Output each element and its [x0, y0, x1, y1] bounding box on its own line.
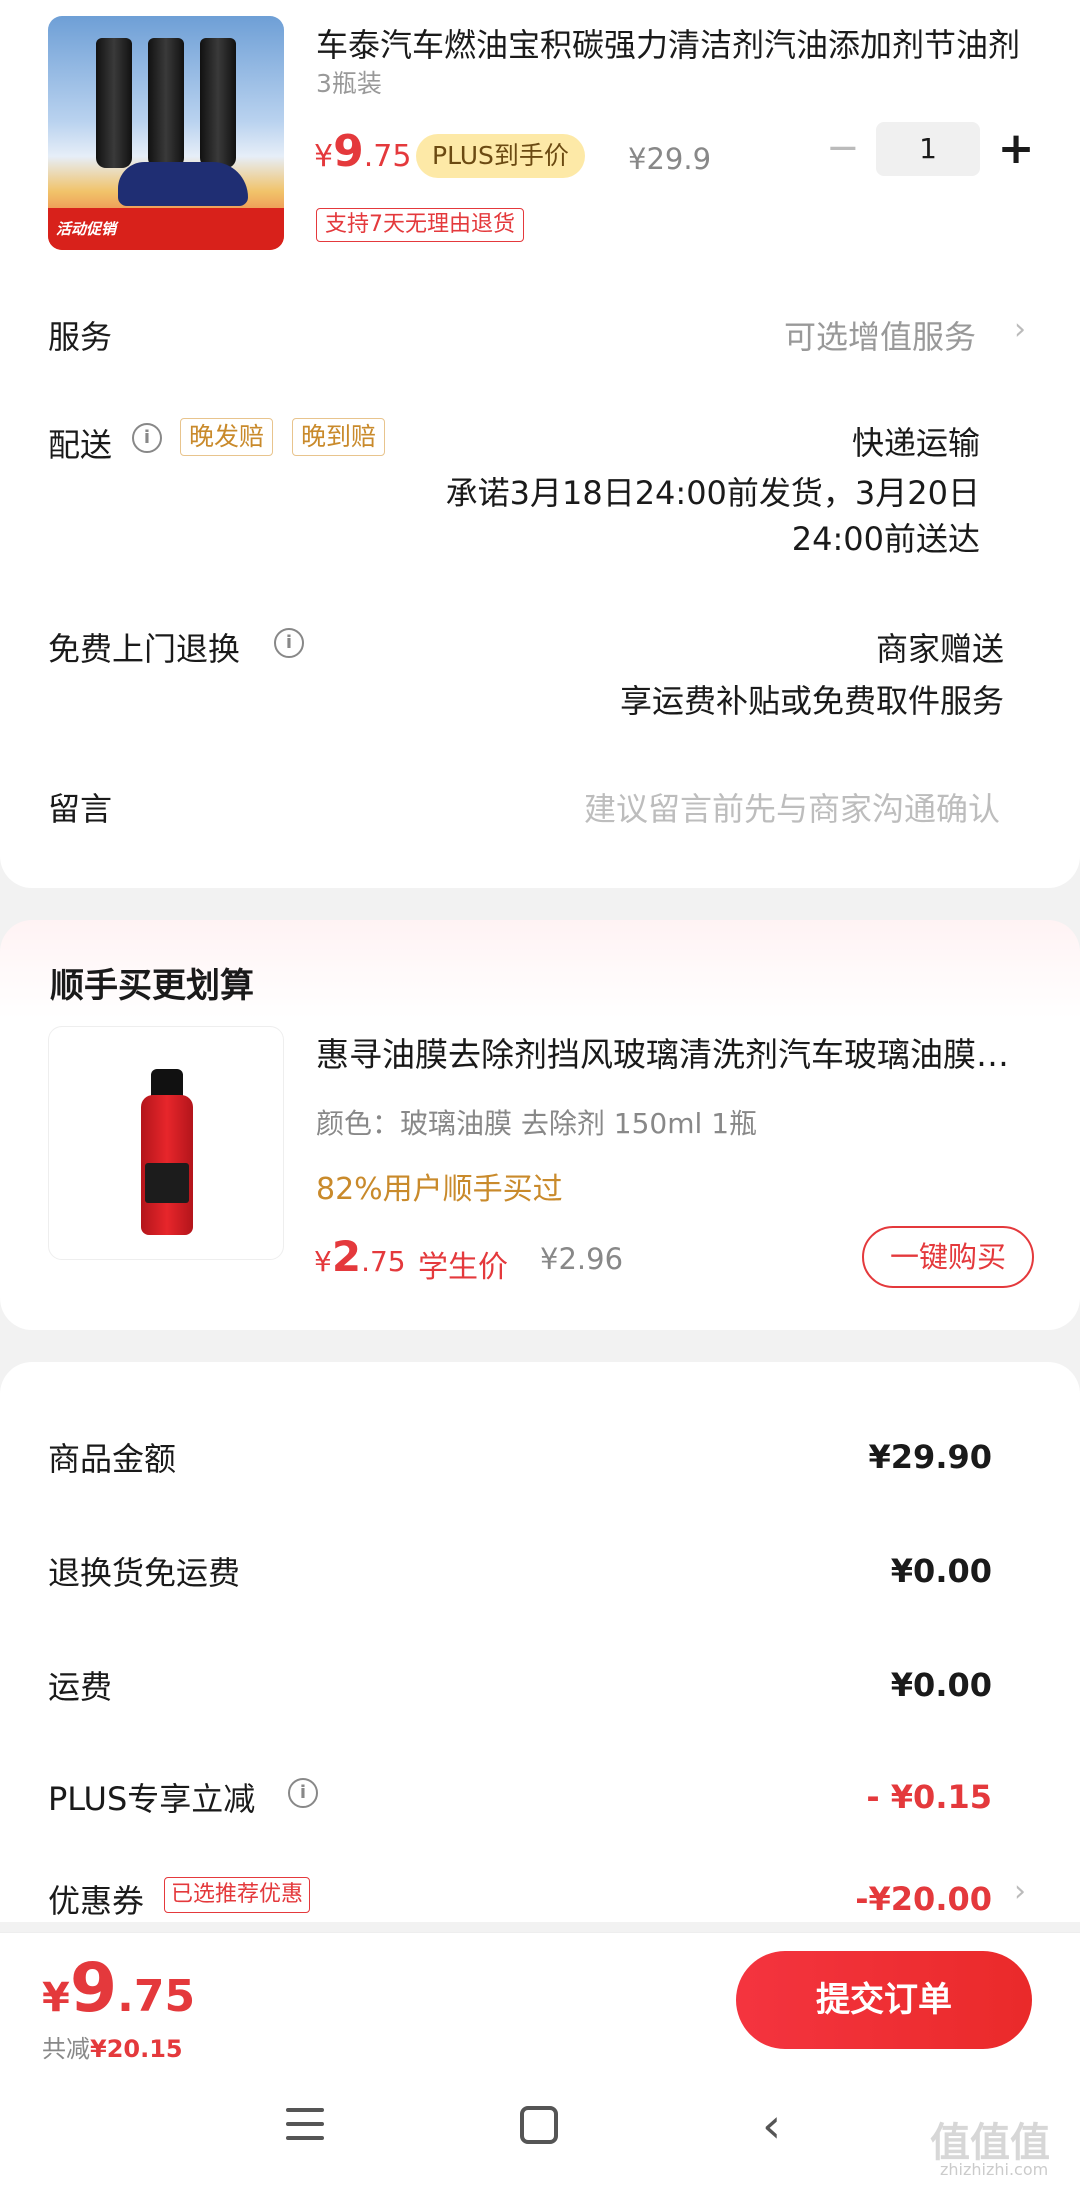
upsell-social-proof: 82%用户顺手买过	[316, 1172, 563, 1207]
product-price: ¥9.75	[314, 126, 412, 177]
coupon-label: 优惠券	[48, 1882, 145, 1920]
plus-discount-label: PLUS专享立减	[48, 1780, 256, 1818]
info-icon[interactable]: i	[132, 423, 162, 453]
total-discount: 共减¥20.15	[42, 2035, 183, 2063]
message-input[interactable]: 建议留言前先与商家沟通确认	[584, 784, 1000, 830]
goods-amount-label: 商品金额	[48, 1440, 177, 1478]
checkout-bar: ¥9.75 共减¥20.15 提交订单	[0, 1932, 1080, 2063]
bottle-image	[148, 38, 184, 168]
upsell-product-thumbnail[interactable]	[48, 1026, 284, 1260]
free-return-label: 免费上门退换	[48, 630, 241, 668]
upsell-original-price: ¥2.96	[540, 1242, 624, 1276]
bottle-image	[200, 38, 236, 168]
upsell-product-variant[interactable]: 颜色：玻璃油膜 去除剂 150ml 1瓶	[316, 1102, 757, 1142]
home-icon[interactable]	[520, 2106, 558, 2144]
freight-label: 运费	[48, 1668, 113, 1706]
car-image	[118, 162, 248, 206]
free-return-value: 商家赠送	[875, 630, 1004, 668]
upsell-price: ¥2.75	[314, 1232, 406, 1281]
late-ship-compensation-tag: 晚发赔	[180, 418, 274, 456]
return-shipping-value: ¥0.00	[890, 1552, 992, 1590]
freight-value: ¥0.00	[890, 1666, 992, 1704]
message-label: 留言	[48, 790, 113, 828]
price-summary-card: 商品金额 ¥29.90 退换货免运费 ¥0.00 运费 ¥0.00 PLUS专享…	[0, 1362, 1080, 1922]
upsell-product-title[interactable]: 惠寻油膜去除剂挡风玻璃清洗剂汽车玻璃油膜去除	[316, 1028, 1036, 1076]
delivery-promise: 承诺3月18日24:00前发货，3月20日	[445, 474, 980, 512]
delivery-promise: 24:00前送达	[791, 520, 980, 558]
system-nav-bar: ‹	[0, 2062, 1080, 2189]
thumbnail-promo-banner: 活动促销	[48, 208, 284, 250]
product-variant[interactable]: 3瓶装	[316, 64, 382, 100]
recent-apps-icon[interactable]	[286, 2108, 324, 2142]
quantity-decrease-button[interactable]: −	[826, 128, 860, 168]
plus-discount-value: - ¥0.15	[866, 1778, 992, 1816]
upsell-section-title: 顺手买更划算	[50, 966, 254, 1006]
chevron-right-icon[interactable]: ›	[1014, 1874, 1026, 1909]
quantity-input[interactable]: 1	[876, 122, 980, 176]
coupon-recommended-tag: 已选推荐优惠	[164, 1877, 311, 1913]
late-arrival-compensation-tag: 晚到赔	[292, 418, 386, 456]
product-title[interactable]: 车泰汽车燃油宝积碳强力清洁剂汽油添加剂节油剂	[316, 20, 1036, 66]
submit-order-button[interactable]: 提交订单	[736, 1951, 1032, 2049]
info-icon[interactable]: i	[288, 1778, 318, 1808]
upsell-card: 顺手买更划算 惠寻油膜去除剂挡风玻璃清洗剂汽车玻璃油膜去除 颜色：玻璃油膜 去除…	[0, 920, 1080, 1330]
service-value[interactable]: 可选增值服务	[784, 312, 976, 358]
return-policy-tag: 支持7天无理由退货	[316, 208, 524, 242]
total-price: ¥9.75	[42, 1949, 196, 2028]
bottle-image	[96, 38, 132, 168]
order-card: 活动促销 车泰汽车燃油宝积碳强力清洁剂汽油添加剂节油剂 3瓶装 ¥9.75 PL…	[0, 0, 1080, 888]
goods-amount-value: ¥29.90	[868, 1438, 992, 1476]
info-icon[interactable]: i	[274, 628, 304, 658]
bottle-label-image	[145, 1163, 189, 1203]
chevron-right-icon[interactable]: ›	[1014, 312, 1026, 347]
back-icon[interactable]: ‹	[762, 2102, 781, 2150]
watermark-url: zhizhizhi.com	[940, 2160, 1049, 2179]
student-price-label: 学生价	[418, 1250, 508, 1285]
product-thumbnail[interactable]: 活动促销	[48, 16, 284, 250]
one-click-buy-button[interactable]: 一键购买	[862, 1226, 1034, 1288]
plus-price-badge: PLUS到手价	[416, 134, 585, 178]
free-return-detail: 享运费补贴或免费取件服务	[619, 682, 1004, 720]
bottle-image	[151, 1069, 183, 1097]
quantity-increase-button[interactable]: +	[996, 122, 1036, 176]
return-shipping-label: 退换货免运费	[48, 1554, 241, 1592]
delivery-label: 配送	[48, 426, 113, 464]
service-label: 服务	[48, 318, 113, 356]
original-price: ¥29.9	[628, 142, 712, 176]
delivery-method[interactable]: 快递运输	[852, 418, 980, 464]
coupon-value[interactable]: -¥20.00	[855, 1880, 992, 1918]
